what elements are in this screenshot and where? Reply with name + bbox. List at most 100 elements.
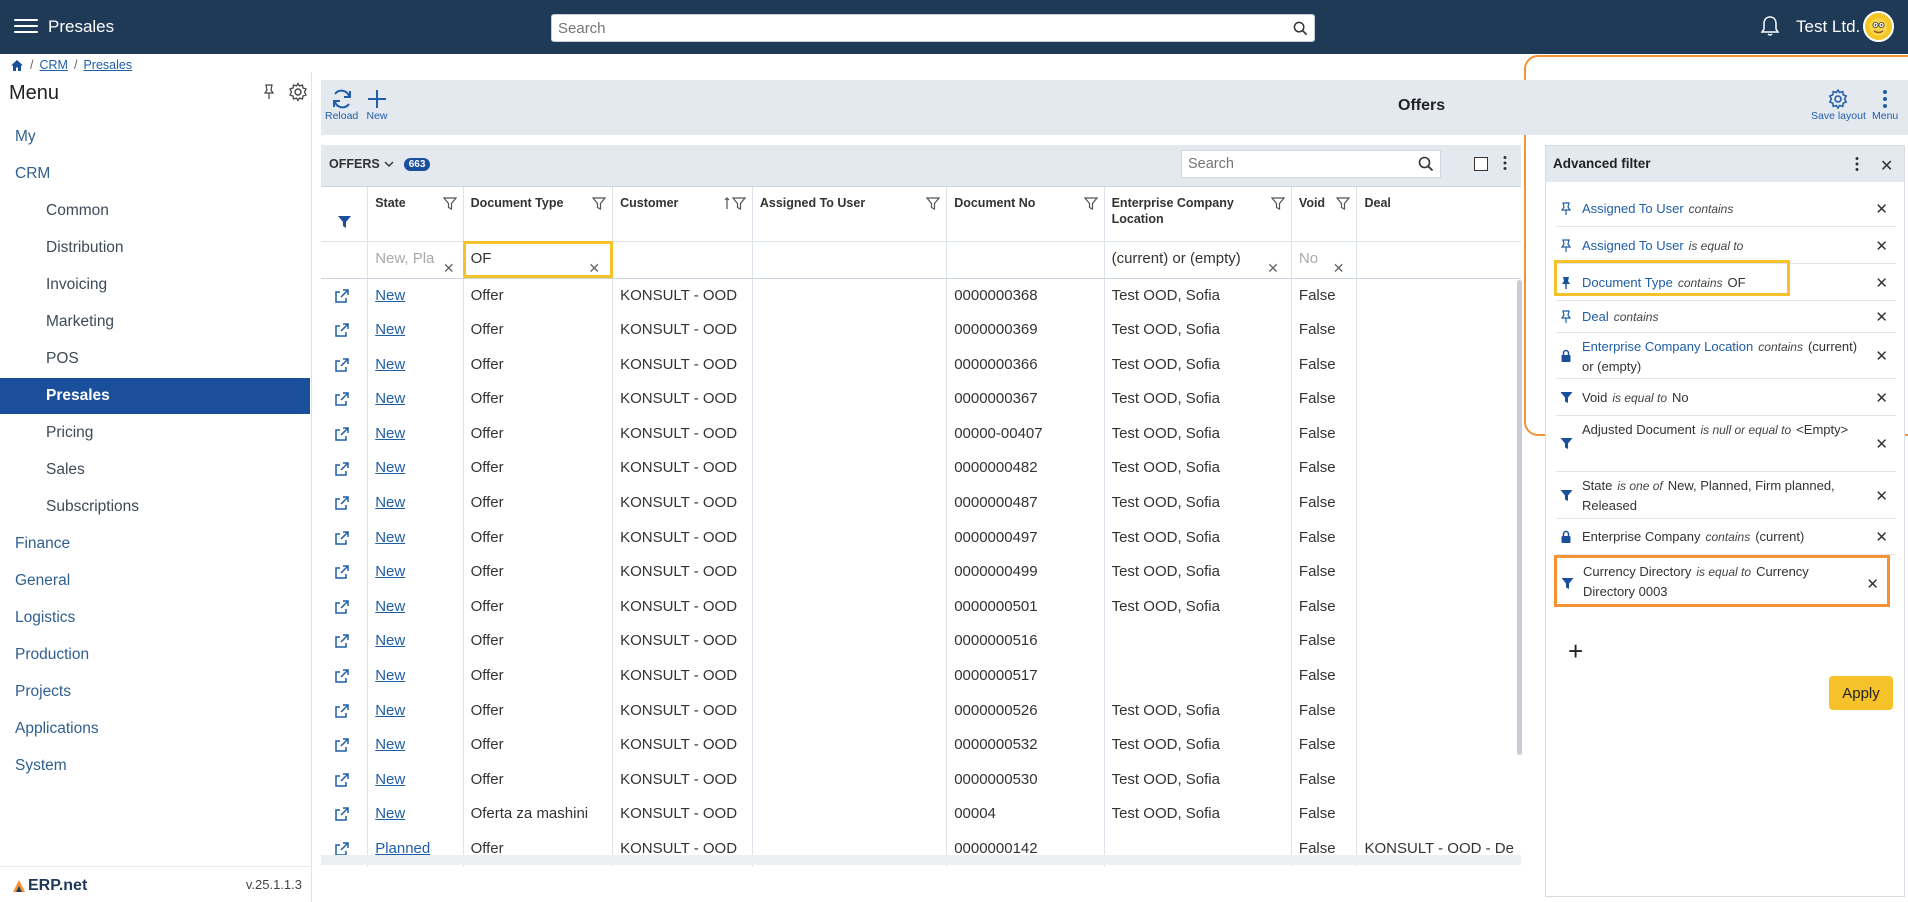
state-filter-value[interactable]: New, Pla [375,242,435,277]
menu-item-pos[interactable]: POS [0,341,310,377]
column-filter-icon[interactable] [442,197,457,210]
open-record-cell[interactable] [321,728,369,763]
filter-condition[interactable]: Enterprise Company Location contains (curr… [1556,333,1896,379]
filter-field-name[interactable]: Document Type [1582,275,1673,290]
filter-cell-assigned-to-user[interactable] [752,241,948,279]
column-header-state[interactable]: State [367,187,464,242]
grid-options-icon[interactable] [1502,155,1508,171]
filter-field-name[interactable]: Enterprise Company Location [1582,339,1753,354]
open-record-cell[interactable] [321,347,369,383]
remove-condition-icon[interactable]: ✕ [1875,308,1888,326]
menu-item-production[interactable]: Production [0,637,310,673]
remove-condition-icon[interactable]: ✕ [1875,487,1888,505]
menu-item-my[interactable]: My [0,119,310,155]
state-link[interactable]: New [375,287,405,304]
location-filter-value[interactable]: (current) or (empty) [1112,250,1241,267]
column-header-customer[interactable]: Customer [612,187,753,242]
table-row[interactable]: New Offer KONSULT - OOD 0000000526 Test OOD,… [321,693,1521,729]
bell-icon[interactable] [1760,15,1780,37]
view-menu-button[interactable]: Menu [1872,88,1898,122]
add-condition-icon[interactable]: + [1568,638,1583,664]
open-record-cell[interactable] [321,589,369,625]
menu-item-finance[interactable]: Finance [0,526,310,562]
remove-condition-icon[interactable]: ✕ [1875,389,1888,407]
filter-cell-void[interactable]: No ✕ [1291,241,1358,279]
column-header-enterprise-company-location[interactable]: Enterprise Company Location [1104,187,1292,242]
open-external-icon[interactable] [334,495,350,511]
state-link[interactable]: New [375,667,405,684]
column-header-deal[interactable]: Deal [1356,187,1521,242]
remove-condition-icon[interactable]: ✕ [1875,435,1888,453]
funnel-icon[interactable] [337,215,352,229]
table-row[interactable]: New Offer KONSULT - OOD 0000000501 Test OOD,… [321,589,1521,625]
open-external-icon[interactable] [334,426,350,442]
sort-ascending-filter-icon[interactable] [724,197,746,210]
menu-item-subscriptions[interactable]: Subscriptions [0,489,310,525]
avatar[interactable] [1863,11,1894,42]
table-row[interactable]: New Offer KONSULT - OOD 0000000482 Test OOD,… [321,451,1521,487]
cell-state[interactable]: New [367,762,464,798]
cell-state[interactable]: New [367,382,464,417]
open-record-cell[interactable] [321,762,369,798]
remove-condition-icon[interactable]: ✕ [1866,575,1879,593]
column-filter-icon[interactable] [1336,197,1351,210]
state-link[interactable]: New [375,736,405,753]
menu-item-applications[interactable]: Applications [0,711,310,747]
menu-item-pricing[interactable]: Pricing [0,415,310,451]
filter-condition[interactable]: Adjusted Document is null or equal to <Emp… [1556,416,1896,472]
menu-item-projects[interactable]: Projects [0,674,310,710]
state-link[interactable]: New [375,390,405,407]
open-external-icon[interactable] [334,737,350,753]
cell-state[interactable]: New [367,278,464,314]
grid-search-input[interactable] [1182,151,1402,177]
open-external-icon[interactable] [334,806,350,822]
open-record-cell[interactable] [321,693,369,729]
breadcrumb-presales[interactable]: Presales [83,58,132,72]
cell-state[interactable]: New [367,555,464,590]
table-row[interactable]: New Oferta za mashini KONSULT - OOD 00004 Te… [321,797,1521,832]
document-type-filter-value[interactable]: OF [471,250,492,267]
clear-icon[interactable]: ✕ [588,251,600,278]
open-external-icon[interactable] [334,633,350,649]
state-link[interactable]: New [375,563,405,580]
horizontal-scrollbar[interactable] [321,855,1521,865]
home-icon[interactable] [10,59,24,72]
open-external-icon[interactable] [334,391,350,407]
grid-search[interactable] [1181,150,1441,178]
cell-state[interactable]: New [367,451,464,487]
cell-state[interactable]: New [367,659,464,694]
filter-cell-deal[interactable] [1356,241,1521,279]
state-link[interactable]: New [375,494,405,511]
open-external-icon[interactable] [334,461,350,477]
scrollbar-thumb[interactable] [1517,280,1522,755]
cell-state[interactable]: New [367,624,464,660]
open-record-cell[interactable] [321,278,369,314]
grid-view-selector[interactable]: OFFERS 663 [329,157,431,171]
filter-cell-state[interactable]: New, Pla ✕ [367,241,464,279]
close-icon[interactable]: ✕ [1880,156,1893,176]
column-header-document-type[interactable]: Document Type [463,187,614,242]
clear-icon[interactable]: ✕ [443,251,455,278]
column-filter-icon[interactable] [1270,197,1285,210]
table-row[interactable]: New Offer KONSULT - OOD 0000000530 Test OOD,… [321,762,1521,798]
filter-condition[interactable]: Assigned To User is equal to ✕ [1556,227,1896,264]
apply-button[interactable]: Apply [1829,676,1893,710]
cell-state[interactable]: New [367,416,464,452]
state-link[interactable]: New [375,356,405,373]
state-link[interactable]: New [375,702,405,719]
cell-state[interactable]: New [367,589,464,625]
table-row[interactable]: New Offer KONSULT - OOD 0000000368 Test OOD,… [321,278,1521,314]
filter-condition[interactable]: State is one of New, Planned, Firm planned… [1556,472,1896,519]
cell-state[interactable]: New [367,347,464,383]
cell-state[interactable]: New [367,693,464,729]
menu-item-common[interactable]: Common [0,193,310,229]
filter-toggle-header[interactable] [321,187,369,242]
table-row[interactable]: New Offer KONSULT - OOD 0000000499 Test OOD,… [321,555,1521,590]
breadcrumb-crm[interactable]: CRM [39,58,67,72]
reload-button[interactable]: Reload [325,88,358,122]
state-link[interactable]: New [375,321,405,338]
filter-condition[interactable]: Assigned To User contains ✕ [1556,190,1896,227]
column-filter-icon[interactable] [592,197,607,210]
remove-condition-icon[interactable]: ✕ [1875,200,1888,218]
open-record-cell[interactable] [321,555,369,590]
